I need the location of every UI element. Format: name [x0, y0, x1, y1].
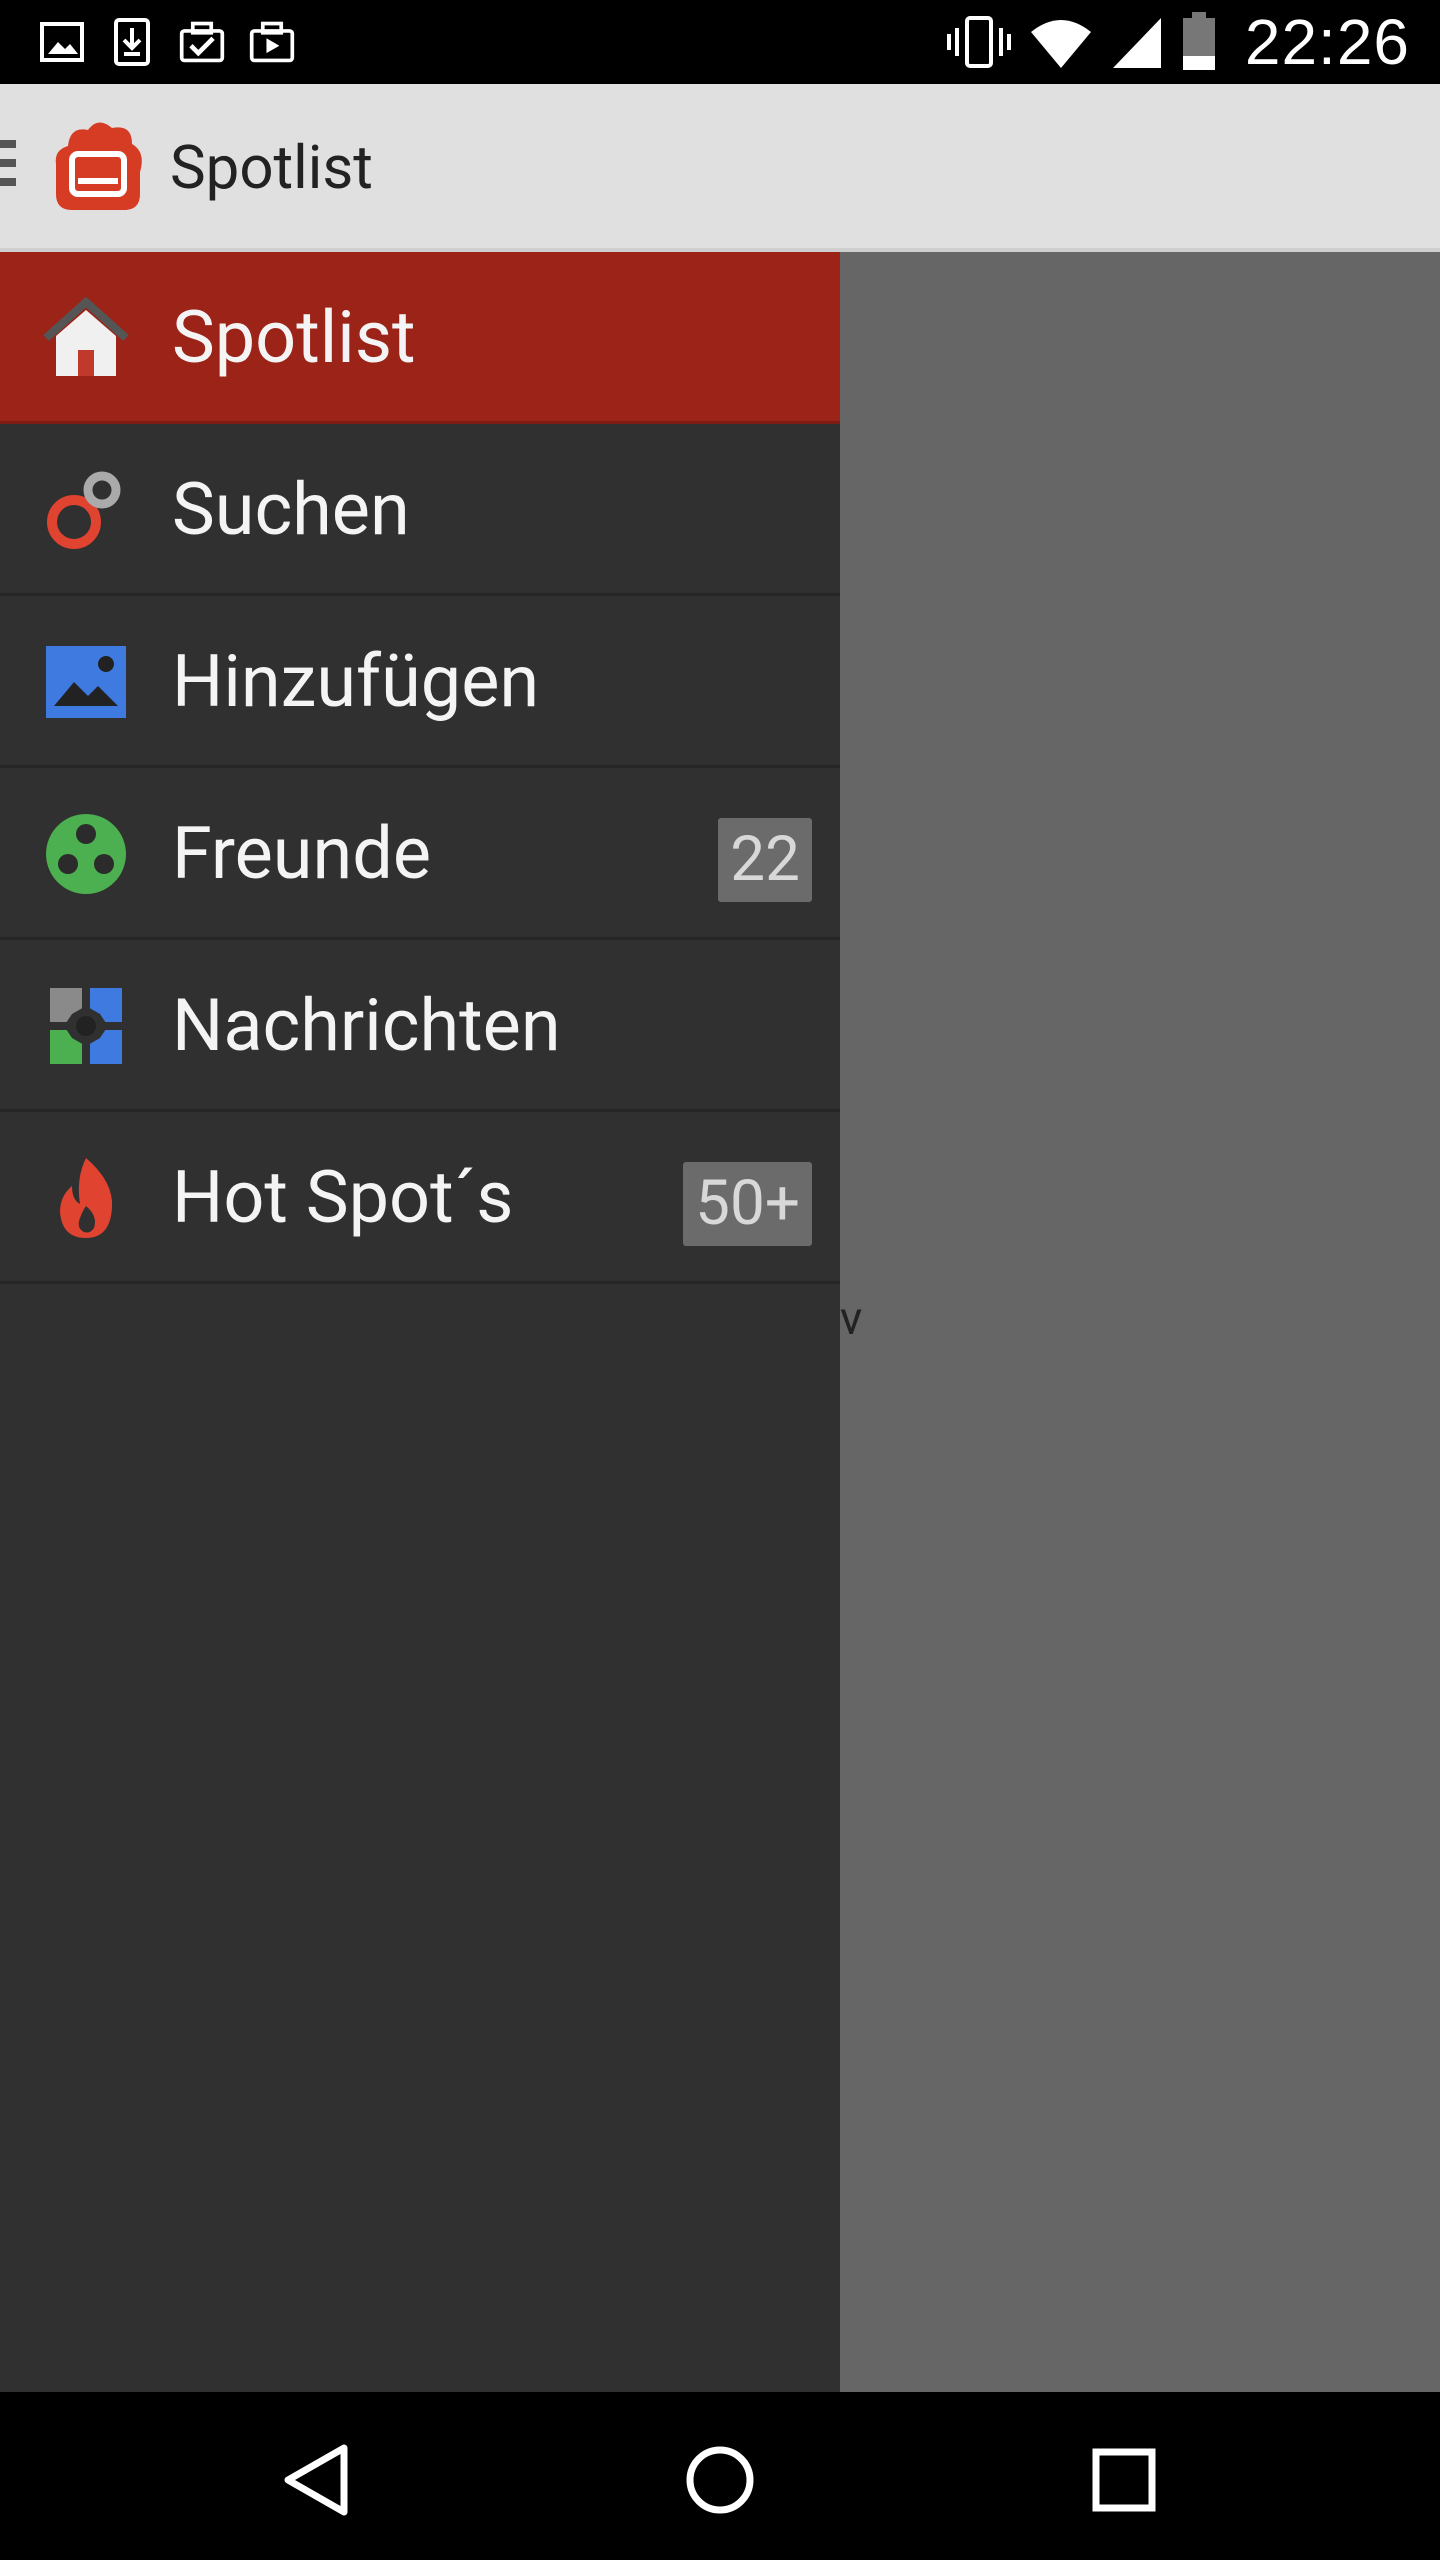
- wifi-icon: [1030, 20, 1091, 68]
- drawer-item-label: Hot Spot´s: [172, 1155, 514, 1240]
- store-icon: [249, 21, 295, 63]
- checklist-icon: [179, 21, 225, 63]
- app-title: Spotlist: [170, 132, 373, 203]
- content-scrim[interactable]: v: [840, 252, 1440, 2392]
- flame-icon: [60, 1158, 113, 1238]
- drawer-item-nachrichten[interactable]: Nachrichten: [0, 940, 840, 1112]
- image-add-icon: [46, 646, 126, 718]
- battery-icon: [1182, 12, 1215, 70]
- drawer-item-label: Suchen: [172, 467, 410, 552]
- friends-count-badge: 22: [718, 818, 812, 902]
- navigation-drawer: Spotlist Suchen Hinzufügen Freunde 22 Na…: [0, 252, 840, 2392]
- download-icon: [114, 18, 150, 66]
- recents-icon[interactable]: [1074, 2430, 1174, 2530]
- drawer-item-spotlist[interactable]: Spotlist: [0, 252, 840, 424]
- system-nav-bar: [0, 2392, 1440, 2560]
- drawer-item-label: Freunde: [172, 811, 432, 896]
- drawer-toggle-icon[interactable]: [0, 140, 16, 196]
- spotlist-logo-icon[interactable]: [48, 116, 148, 216]
- drawer-item-suchen[interactable]: Suchen: [0, 424, 840, 596]
- friends-icon: [46, 814, 126, 894]
- search-rings-icon: [47, 471, 121, 549]
- back-icon[interactable]: [266, 2430, 366, 2530]
- drawer-item-hot-spots[interactable]: Hot Spot´s 50+: [0, 1112, 840, 1284]
- drawer-item-label: Hinzufügen: [172, 639, 540, 724]
- drawer-item-freunde[interactable]: Freunde 22: [0, 768, 840, 940]
- vibrate-icon: [946, 16, 1011, 68]
- home-icon: [43, 296, 129, 376]
- app-bar: Spotlist: [0, 84, 1440, 252]
- drawer-item-label: Nachrichten: [172, 983, 561, 1068]
- peek-text: v: [840, 1292, 863, 1346]
- signal-icon: [1112, 18, 1161, 68]
- clock: 22:26: [1244, 6, 1410, 78]
- drawer-item-label: Spotlist: [172, 295, 416, 380]
- hot-spots-count-badge: 50+: [683, 1162, 812, 1246]
- drawer-item-hinzufuegen[interactable]: Hinzufügen: [0, 596, 840, 768]
- status-bar: 22:26: [0, 0, 1440, 84]
- home-circle-icon[interactable]: [670, 2430, 770, 2530]
- messages-puzzle-icon: [50, 988, 122, 1064]
- image-icon: [40, 22, 84, 62]
